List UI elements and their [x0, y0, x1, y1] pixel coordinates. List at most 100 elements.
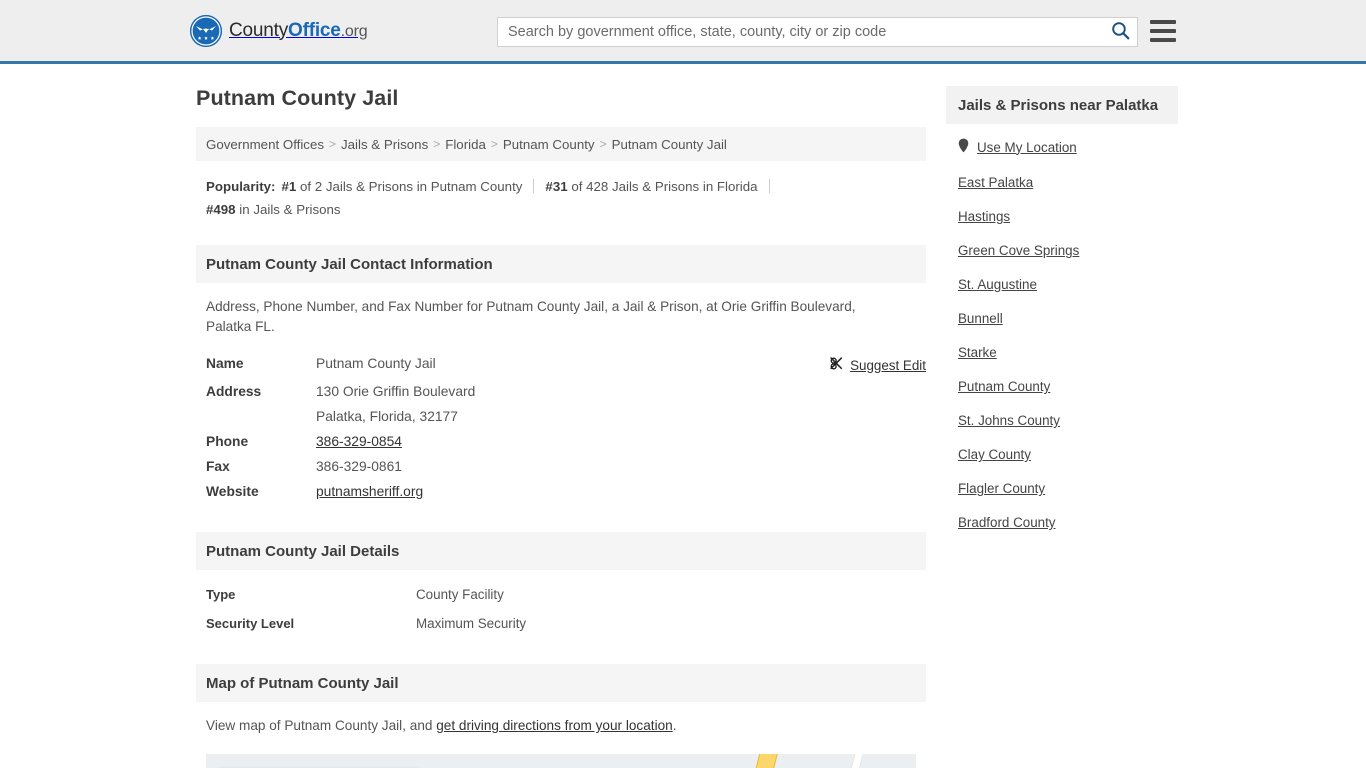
breadcrumb-separator-icon: > — [599, 137, 607, 151]
map-street-road — [836, 754, 865, 768]
sidebar-link[interactable]: Hastings — [958, 209, 1010, 224]
phone-link[interactable]: 386-329-0854 — [316, 434, 402, 449]
breadcrumb-separator-icon: > — [490, 137, 498, 151]
sidebar-item-bunnell[interactable]: Bunnell — [958, 311, 1178, 326]
search-button[interactable] — [1103, 18, 1137, 46]
sidebar-link[interactable]: Bunnell — [958, 311, 1003, 326]
table-row: Security Level Maximum Security — [196, 609, 926, 638]
breadcrumb-item-putnam-county-jail[interactable]: Putnam County Jail — [612, 137, 727, 152]
sidebar-link[interactable]: East Palatka — [958, 175, 1033, 190]
breadcrumb-item-jails-prisons[interactable]: Jails & Prisons — [341, 137, 428, 152]
main-content: Putnam County Jail Government Offices > … — [196, 86, 926, 768]
contact-value-name: Putnam County Jail — [316, 356, 436, 371]
sidebar-item-green-cove-springs[interactable]: Green Cove Springs — [958, 243, 1178, 258]
sidebar-item-starke[interactable]: Starke — [958, 345, 1178, 360]
sidebar-heading: Jails & Prisons near Palatka — [946, 86, 1178, 124]
details-key-security-level: Security Level — [206, 616, 295, 631]
popularity-text-state: of 428 Jails & Prisons in Florida — [571, 179, 758, 194]
contact-key-website: Website — [206, 484, 259, 499]
suggest-edit-button[interactable]: Suggest Edit — [829, 356, 926, 374]
sidebar-item-clay-county[interactable]: Clay County — [958, 447, 1178, 462]
sidebar-link[interactable]: St. Augustine — [958, 277, 1037, 292]
table-row: Website putnamsheriff.org — [196, 479, 926, 504]
sidebar-link[interactable]: Starke — [958, 345, 997, 360]
table-row: Palatka, Florida, 32177 — [196, 404, 926, 429]
contact-key-address: Address — [206, 384, 262, 399]
map-description-suffix: . — [672, 718, 677, 733]
breadcrumb-separator-icon: > — [433, 137, 441, 151]
sidebar-link[interactable]: St. Johns County — [958, 413, 1060, 428]
contact-section-heading: Putnam County Jail Contact Information — [196, 245, 926, 283]
contact-value-website-cell: putnamsheriff.org — [306, 479, 694, 504]
sidebar-item-putnam-county[interactable]: Putnam County — [958, 379, 1178, 394]
sidebar-item-st-augustine[interactable]: St. Augustine — [958, 277, 1178, 292]
contact-value-address-line1: 130 Orie Griffin Boulevard — [316, 384, 476, 399]
search-input[interactable] — [498, 18, 1103, 46]
breadcrumb-item-government-offices[interactable]: Government Offices — [206, 137, 324, 152]
map-pin-icon — [958, 138, 969, 156]
details-key-type: Type — [206, 587, 236, 602]
sidebar-item-bradford-county[interactable]: Bradford County — [958, 515, 1178, 530]
driving-directions-link[interactable]: get driving directions from your locatio… — [436, 718, 673, 733]
contact-table: Name Putnam County Jail Suggest Edit Add… — [196, 351, 926, 504]
popularity-divider — [533, 179, 535, 193]
search-icon — [1111, 21, 1130, 43]
sidebar-item-flagler-county[interactable]: Flagler County — [958, 481, 1178, 496]
map-description-prefix: View map of Putnam County Jail, and — [206, 718, 437, 733]
map-embed[interactable] — [206, 754, 916, 768]
sidebar-link[interactable]: Clay County — [958, 447, 1031, 462]
website-link[interactable]: putnamsheriff.org — [316, 484, 423, 499]
site-header: CountyOffice.org — [0, 0, 1366, 64]
sidebar-link[interactable]: Putnam County — [958, 379, 1050, 394]
popularity-rank-national: #498 — [206, 202, 236, 217]
map-section-description: View map of Putnam County Jail, and get … — [196, 702, 886, 746]
contact-value-phone-cell: 386-329-0854 — [306, 429, 694, 454]
sidebar-link[interactable]: Bradford County — [958, 515, 1056, 530]
table-row: Name Putnam County Jail Suggest Edit — [196, 351, 926, 379]
sidebar-item-use-my-location[interactable]: Use My Location — [958, 138, 1178, 156]
popularity-text-county: of 2 Jails & Prisons in Putnam County — [299, 179, 523, 194]
page-title: Putnam County Jail — [196, 86, 399, 110]
contact-section-description: Address, Phone Number, and Fax Number fo… — [206, 299, 856, 334]
table-row: Type County Facility — [196, 580, 926, 609]
breadcrumb-item-florida[interactable]: Florida — [445, 137, 486, 152]
site-logo[interactable]: CountyOffice.org — [190, 14, 368, 47]
contact-key-address-cont — [196, 404, 306, 429]
sidebar-item-st-johns-county[interactable]: St. Johns County — [958, 413, 1178, 428]
hamburger-bar — [1150, 29, 1176, 33]
hamburger-menu-icon[interactable] — [1150, 20, 1176, 42]
search-bar — [497, 17, 1138, 47]
breadcrumb-item-putnam-county[interactable]: Putnam County — [503, 137, 595, 152]
logo-text-office: Office — [288, 19, 341, 41]
popularity-text-national: in Jails & Prisons — [239, 202, 341, 217]
table-row: Address 130 Orie Griffin Boulevard — [196, 379, 926, 404]
eagle-badge-icon — [190, 14, 222, 47]
sidebar-item-east-palatka[interactable]: East Palatka — [958, 175, 1178, 190]
popularity-item-state: #31 of 428 Jails & Prisons in Florida — [545, 179, 757, 194]
use-my-location-link[interactable]: Use My Location — [977, 140, 1077, 155]
contact-value-fax: 386-329-0861 — [316, 459, 402, 474]
hamburger-bar — [1150, 20, 1176, 24]
breadcrumb-separator-icon: > — [329, 137, 337, 151]
popularity-label: Popularity: — [206, 179, 276, 194]
page-body: Putnam County Jail Government Offices > … — [0, 64, 1366, 768]
contact-key-name: Name — [206, 356, 244, 371]
contact-value-address-line2: Palatka, Florida, 32177 — [316, 409, 458, 424]
popularity-item-county: #1 of 2 Jails & Prisons in Putnam County — [281, 179, 522, 194]
details-value-type: County Facility — [416, 587, 504, 602]
sidebar-link[interactable]: Flagler County — [958, 481, 1045, 496]
sidebar-item-hastings[interactable]: Hastings — [958, 209, 1178, 224]
logo-wordmark: CountyOffice.org — [229, 19, 368, 42]
popularity-item-national: #498 in Jails & Prisons — [206, 202, 341, 217]
map-highway-road — [741, 754, 779, 768]
logo-text-county: County — [229, 19, 289, 41]
popularity-divider — [768, 179, 770, 193]
table-row: Phone 386-329-0854 — [196, 429, 926, 454]
sidebar-link[interactable]: Green Cove Springs — [958, 243, 1079, 258]
hamburger-bar — [1150, 38, 1176, 42]
sidebar: Jails & Prisons near Palatka Use My Loca… — [946, 86, 1178, 549]
contact-key-fax: Fax — [206, 459, 230, 474]
table-row: Fax 386-329-0861 — [196, 454, 926, 479]
sidebar-list: Use My Location East Palatka Hastings Gr… — [946, 124, 1178, 530]
popularity-rank-county: #1 — [281, 179, 297, 194]
